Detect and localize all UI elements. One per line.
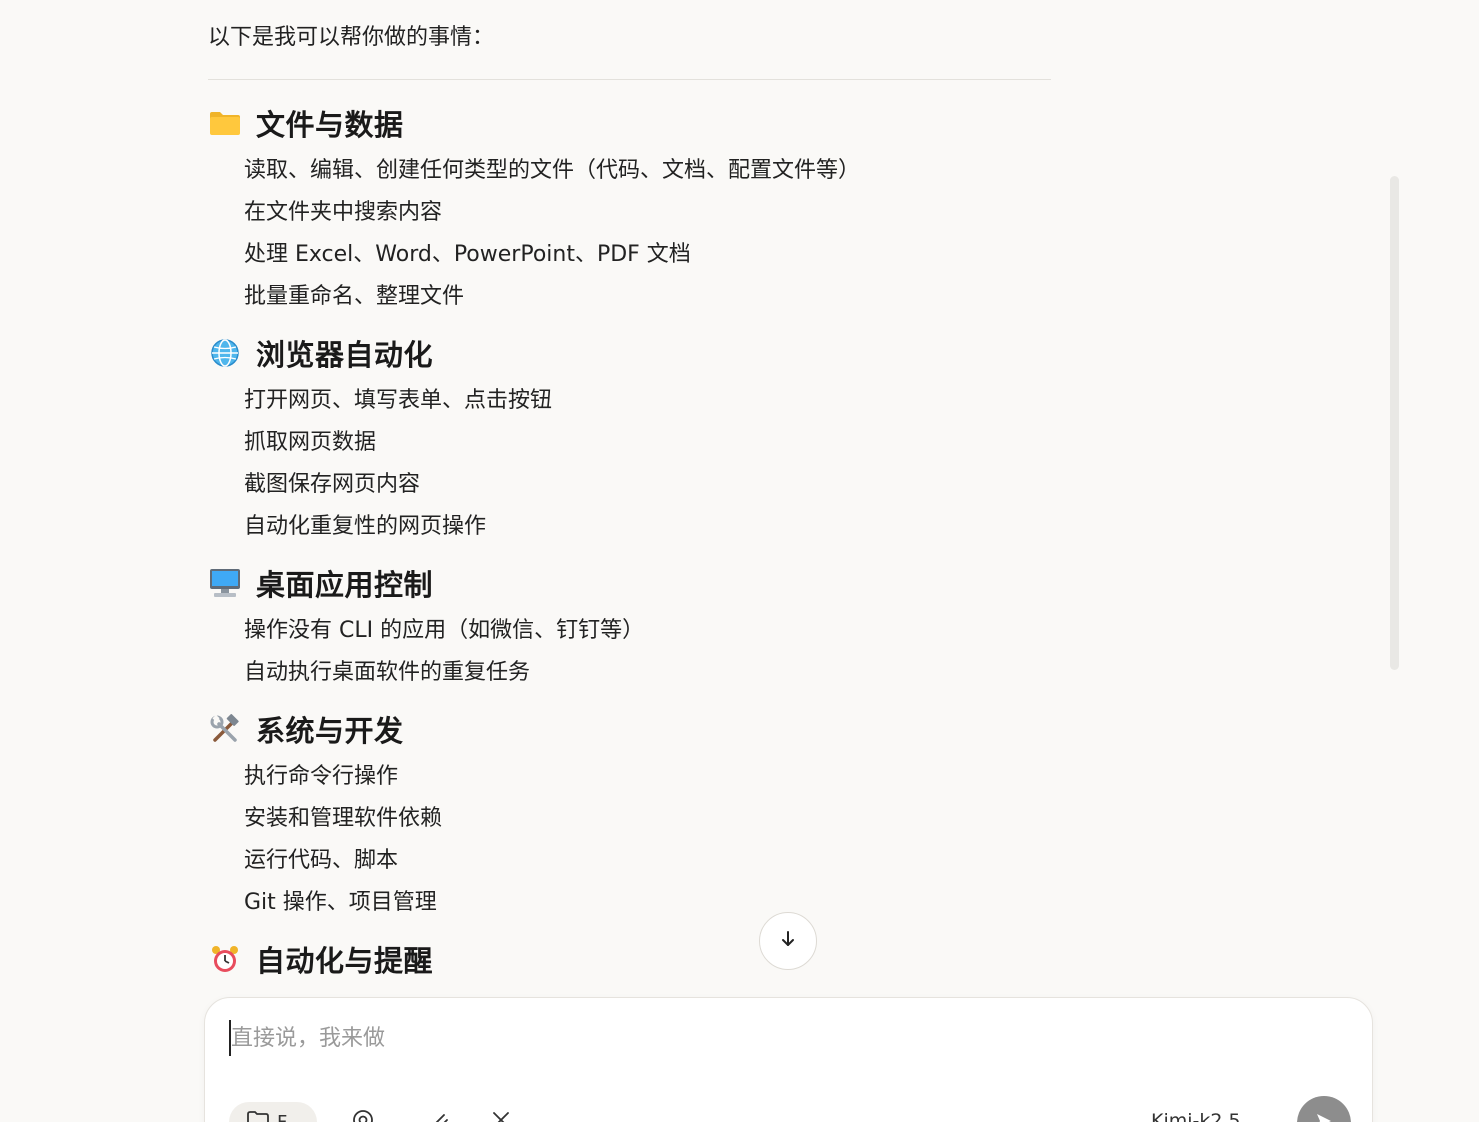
list-item: 读取、编辑、创建任何类型的文件（代码、文档、配置文件等）	[244, 158, 861, 183]
section-title: 浏览器自动化	[256, 338, 434, 372]
list-item: 处理 Excel、Word、PowerPoint、PDF 文档	[244, 242, 691, 267]
divider	[208, 79, 1051, 80]
folder-outline-icon	[247, 1110, 269, 1122]
attach-button[interactable]	[425, 1108, 453, 1122]
capability-sections: 文件与数据 读取、编辑、创建任何类型的文件（代码、文档、配置文件等） 在文件夹中…	[208, 100, 1051, 988]
section-items: 执行命令行操作 安装和管理软件依赖 运行代码、脚本 Git 操作、项目管理	[208, 756, 1051, 924]
mention-button[interactable]	[349, 1108, 377, 1122]
message-input[interactable]	[229, 1020, 1331, 1056]
list-item: 抓取网页数据	[244, 430, 377, 455]
intro-text: 以下是我可以帮你做的事情：	[208, 25, 495, 50]
section-items: 打开网页、填写表单、点击按钮 抓取网页数据 截图保存网页内容 自动化重复性的网页…	[208, 380, 1051, 548]
section-header: 文件与数据	[208, 100, 1051, 146]
folder-icon	[208, 106, 242, 140]
section-header: 浏览器自动化	[208, 330, 1051, 376]
section-title: 系统与开发	[256, 714, 404, 748]
section-header: 桌面应用控制	[208, 560, 1051, 606]
hammer-wrench-icon	[208, 712, 242, 746]
globe-icon	[208, 336, 242, 370]
list-item: 自动化重复性的网页操作	[244, 514, 487, 539]
list-item: 运行代码、脚本	[244, 848, 399, 873]
list-item: 在文件夹中搜索内容	[244, 200, 443, 225]
section-header: 自动化与提醒	[208, 936, 1051, 982]
list-item: Git 操作、项目管理	[244, 890, 437, 915]
list-item: 截图保存网页内容	[244, 472, 421, 497]
list-item: 操作没有 CLI 的应用（如微信、钉钉等）	[244, 618, 645, 643]
desktop-computer-icon	[208, 566, 242, 600]
model-selector[interactable]: Kimi-k2.5	[1151, 1110, 1241, 1122]
section-browser-automation: 浏览器自动化 打开网页、填写表单、点击按钮 抓取网页数据 截图保存网页内容 自动…	[208, 330, 1051, 548]
section-files-data: 文件与数据 读取、编辑、创建任何类型的文件（代码、文档、配置文件等） 在文件夹中…	[208, 100, 1051, 318]
section-title: 自动化与提醒	[256, 944, 434, 978]
section-items: 读取、编辑、创建任何类型的文件（代码、文档、配置文件等） 在文件夹中搜索内容 处…	[208, 150, 1051, 318]
message-composer: F	[204, 997, 1373, 1122]
section-automation-reminders: 自动化与提醒	[208, 936, 1051, 982]
alarm-clock-icon	[208, 942, 242, 976]
chat-page: 以下是我可以帮你做的事情： 文件与数据 读取、编辑、创建任何类型的文件（代码、文…	[0, 0, 1479, 1122]
composer-toolbar: F Kimi-k2.5	[229, 1096, 1351, 1122]
list-item: 打开网页、填写表单、点击按钮	[244, 388, 553, 413]
list-item: 安装和管理软件依赖	[244, 806, 443, 831]
folder-select-button[interactable]: F	[229, 1102, 317, 1122]
chat-message-area: 以下是我可以帮你做的事情： 文件与数据 读取、编辑、创建任何类型的文件（代码、文…	[208, 0, 1051, 988]
tools-icon	[489, 1108, 513, 1122]
section-items: 操作没有 CLI 的应用（如微信、钉钉等） 自动执行桌面软件的重复任务	[208, 610, 1051, 694]
section-system-dev: 系统与开发 执行命令行操作 安装和管理软件依赖 运行代码、脚本 Git 操作、项…	[208, 706, 1051, 924]
list-item: 自动执行桌面软件的重复任务	[244, 660, 531, 685]
section-title: 桌面应用控制	[256, 568, 434, 602]
at-sign-icon	[351, 1108, 375, 1122]
send-arrow-icon	[1313, 1110, 1335, 1122]
list-item: 执行命令行操作	[244, 764, 399, 789]
paperclip-icon	[427, 1108, 451, 1122]
send-button[interactable]	[1297, 1096, 1351, 1122]
tools-button[interactable]	[487, 1108, 515, 1122]
scroll-to-bottom-button[interactable]	[759, 912, 817, 970]
section-header: 系统与开发	[208, 706, 1051, 752]
scrollbar-thumb[interactable]	[1390, 176, 1399, 670]
arrow-down-icon	[778, 929, 798, 953]
list-item: 批量重命名、整理文件	[244, 284, 465, 309]
section-title: 文件与数据	[256, 108, 404, 142]
folder-select-label: F	[277, 1111, 288, 1122]
section-desktop-control: 桌面应用控制 操作没有 CLI 的应用（如微信、钉钉等） 自动执行桌面软件的重复…	[208, 560, 1051, 694]
